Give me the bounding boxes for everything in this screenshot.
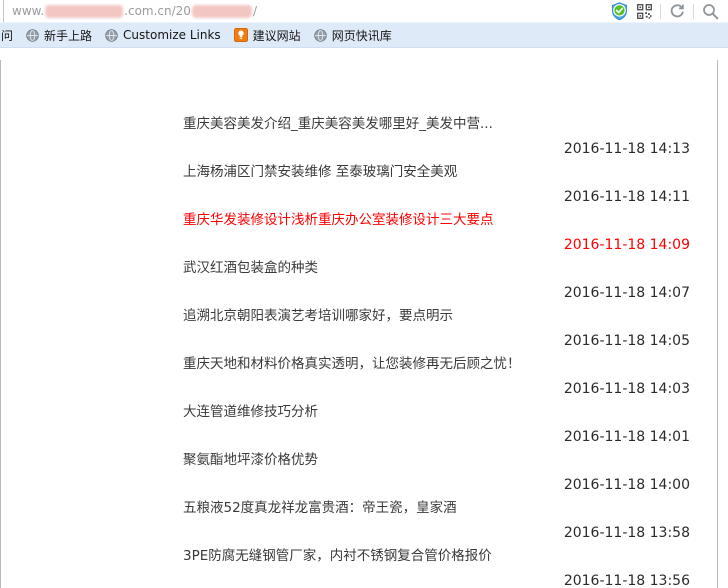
article-timestamp: 2016-11-18 14:09 bbox=[183, 232, 690, 256]
address-bar-icons bbox=[604, 2, 728, 21]
chrome-page-gap bbox=[0, 48, 728, 60]
article-timestamp: 2016-11-18 13:56 bbox=[183, 568, 690, 588]
url-text-suffix: / bbox=[253, 4, 257, 18]
toolbar-separator bbox=[660, 4, 661, 19]
favorites-item[interactable]: 问 bbox=[1, 27, 13, 44]
article-row: 重庆天地和材料价格真实透明，让您装修再无后顾之忧！2016-11-18 14:0… bbox=[183, 352, 690, 400]
favorites-item-label: 新手上路 bbox=[44, 27, 92, 44]
article-timestamp: 2016-11-18 13:58 bbox=[183, 520, 690, 544]
article-row: 聚氨酯地坪漆价格优势2016-11-18 14:00 bbox=[183, 448, 690, 496]
favorites-item[interactable]: 新手上路 bbox=[26, 27, 92, 44]
page-content: 重庆美容美发介绍_重庆美容美发哪里好_美发中营...2016-11-18 14:… bbox=[0, 60, 718, 588]
article-title-link[interactable]: 上海杨浦区门禁安装维修 至泰玻璃门安全美观 bbox=[183, 160, 690, 184]
favorites-item-label: 问 bbox=[1, 27, 13, 44]
article-title-link[interactable]: 聚氨酯地坪漆价格优势 bbox=[183, 448, 690, 472]
url-input[interactable]: www. .com.cn/20 / bbox=[3, 0, 604, 22]
article-title-link[interactable]: 重庆美容美发介绍_重庆美容美发哪里好_美发中营... bbox=[183, 112, 690, 136]
article-timestamp: 2016-11-18 14:07 bbox=[183, 280, 690, 304]
toolbar-separator bbox=[693, 4, 694, 19]
article-title-link[interactable]: 武汉红酒包装盒的种类 bbox=[183, 256, 690, 280]
article-row: 追溯北京朝阳表演艺考培训哪家好，要点明示2016-11-18 14:05 bbox=[183, 304, 690, 352]
article-timestamp: 2016-11-18 14:05 bbox=[183, 328, 690, 352]
article-row: 上海杨浦区门禁安装维修 至泰玻璃门安全美观2016-11-18 14:11 bbox=[183, 160, 690, 208]
article-timestamp: 2016-11-18 14:01 bbox=[183, 424, 690, 448]
favorites-item-label: 网页快讯库 bbox=[332, 27, 392, 44]
globe-icon bbox=[105, 29, 118, 42]
article-timestamp: 2016-11-18 14:11 bbox=[183, 184, 690, 208]
browser-address-strip: www. .com.cn/20 / bbox=[0, 0, 728, 22]
url-text-prefix: www. bbox=[12, 4, 44, 18]
article-title-link[interactable]: 3PE防腐无缝钢管厂家，内衬不锈钢复合管价格报价 bbox=[183, 544, 690, 568]
article-row: 武汉红酒包装盒的种类2016-11-18 14:07 bbox=[183, 256, 690, 304]
article-title-link[interactable]: 大连管道维修技巧分析 bbox=[183, 400, 690, 424]
article-timestamp: 2016-11-18 14:13 bbox=[183, 136, 690, 160]
article-row: 重庆美容美发介绍_重庆美容美发哪里好_美发中营...2016-11-18 14:… bbox=[183, 112, 690, 160]
article-timestamp: 2016-11-18 14:03 bbox=[183, 376, 690, 400]
article-title-link[interactable]: 重庆华发装修设计浅析重庆办公室装修设计三大要点 bbox=[183, 208, 690, 232]
favorites-item[interactable]: 网页快讯库 bbox=[314, 27, 392, 44]
security-shield-icon[interactable] bbox=[610, 2, 629, 21]
article-timestamp: 2016-11-18 14:00 bbox=[183, 472, 690, 496]
article-row: 大连管道维修技巧分析2016-11-18 14:01 bbox=[183, 400, 690, 448]
favorites-item[interactable]: 建议网站 bbox=[234, 27, 301, 44]
url-redaction-blob bbox=[45, 5, 123, 18]
favorites-item-label: 建议网站 bbox=[253, 27, 301, 44]
favorites-bar: 问 新手上路 Customize Links 建议网站 网页快讯库 bbox=[0, 22, 728, 48]
favorites-item-label: Customize Links bbox=[123, 28, 221, 42]
article-row: 重庆华发装修设计浅析重庆办公室装修设计三大要点2016-11-18 14:09 bbox=[183, 208, 690, 256]
article-list: 重庆美容美发介绍_重庆美容美发哪里好_美发中营...2016-11-18 14:… bbox=[1, 60, 717, 588]
favorites-bar-items: 问 新手上路 Customize Links 建议网站 网页快讯库 bbox=[1, 27, 405, 44]
article-row: 五粮液52度真龙祥龙富贵酒：帝王瓷，皇家酒2016-11-18 13:58 bbox=[183, 496, 690, 544]
suggested-sites-icon bbox=[234, 28, 248, 42]
globe-icon bbox=[26, 29, 39, 42]
article-title-link[interactable]: 重庆天地和材料价格真实透明，让您装修再无后顾之忧！ bbox=[183, 352, 690, 376]
article-title-link[interactable]: 追溯北京朝阳表演艺考培训哪家好，要点明示 bbox=[183, 304, 690, 328]
favorites-item[interactable]: Customize Links bbox=[105, 28, 221, 42]
search-icon[interactable] bbox=[702, 3, 719, 20]
url-text-mid: .com.cn/20 bbox=[124, 4, 191, 18]
globe-icon bbox=[314, 29, 327, 42]
article-title-link[interactable]: 五粮液52度真龙祥龙富贵酒：帝王瓷，皇家酒 bbox=[183, 496, 690, 520]
refresh-icon[interactable] bbox=[669, 3, 685, 19]
url-redaction-blob bbox=[192, 5, 252, 18]
article-row: 3PE防腐无缝钢管厂家，内衬不锈钢复合管价格报价2016-11-18 13:56 bbox=[183, 544, 690, 588]
qr-code-icon[interactable] bbox=[637, 4, 652, 19]
